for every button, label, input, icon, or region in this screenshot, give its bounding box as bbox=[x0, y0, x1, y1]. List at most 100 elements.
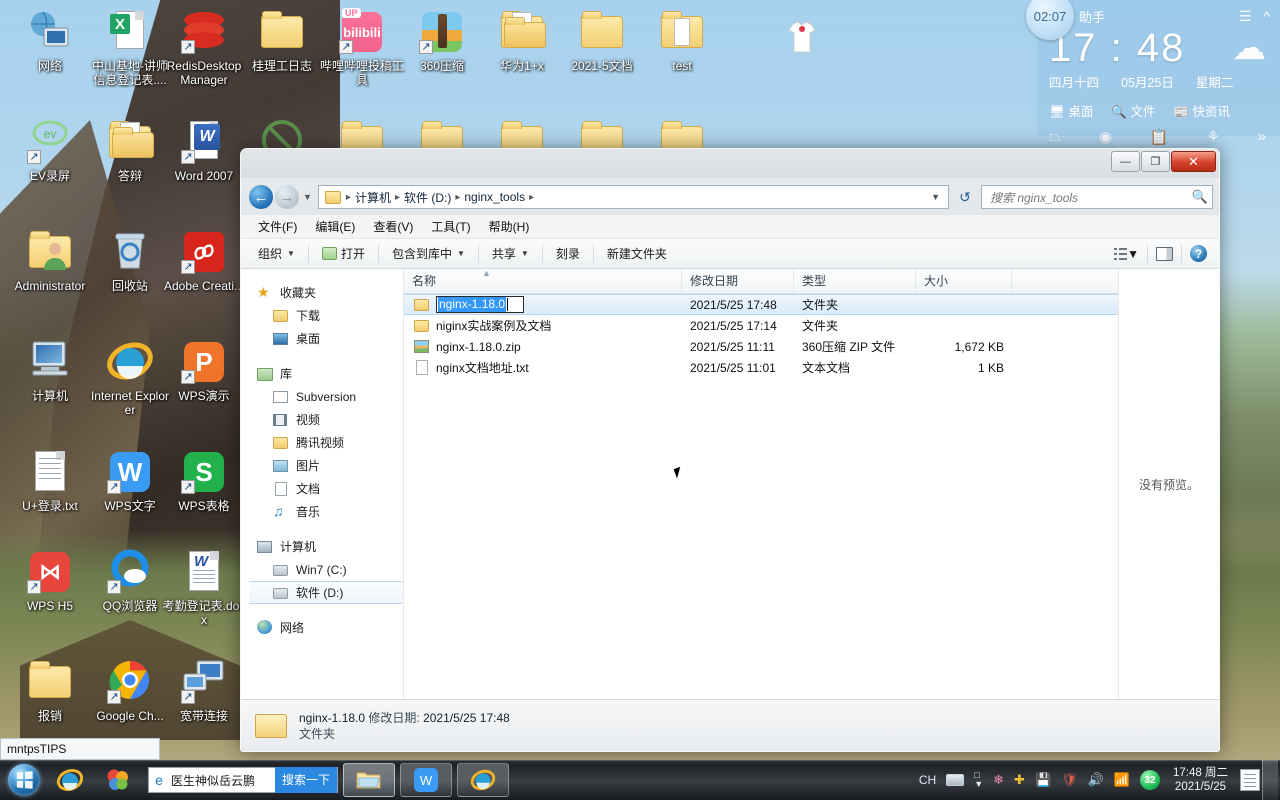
desktop-icon-WPS H5[interactable]: ⋈ ↗ WPS H5 bbox=[8, 548, 92, 613]
menu-view[interactable]: 查看(V) bbox=[364, 216, 422, 237]
desktop-icon-QQ浏览器[interactable]: ↗ QQ浏览器 bbox=[88, 548, 172, 613]
desktop-icon-Google Ch...[interactable]: ↗ Google Ch... bbox=[88, 658, 172, 723]
show-desktop-button[interactable] bbox=[1262, 760, 1278, 800]
column-header-类型[interactable]: 类型 bbox=[794, 269, 916, 294]
notes-icon[interactable] bbox=[1240, 769, 1260, 791]
nav-item-音乐[interactable]: ♫ 音乐 bbox=[241, 500, 403, 523]
desktop-icon-华为1+x[interactable]: 华为1+x bbox=[480, 8, 564, 73]
desktop-icon-中山基地-讲师信息登记表....[interactable]: X 中山基地-讲师信息登记表.... bbox=[88, 8, 172, 87]
file-rows[interactable]: nginx-1.18.0 2021/5/25 17:48 文件夹 niginx实战案例… bbox=[404, 294, 1118, 378]
breadcrumb-item-drive[interactable]: 软件 (D:) bbox=[401, 189, 454, 206]
taskbar-item-internet-explorer[interactable] bbox=[457, 763, 509, 797]
windows-start-orb[interactable] bbox=[2, 762, 46, 798]
taskbar-search-box[interactable]: e 医生神似岳云鹏 搜索一下 bbox=[148, 767, 338, 793]
more-icon[interactable]: » bbox=[1258, 128, 1266, 146]
burn-button[interactable]: 刻录 bbox=[547, 242, 589, 265]
organize-button[interactable]: 组织 ▼ bbox=[249, 242, 304, 265]
taskbar-search-button[interactable]: 搜索一下 bbox=[274, 767, 337, 793]
nav-item-Subversion[interactable]: Subversion bbox=[241, 385, 403, 408]
breadcrumb-dropdown-icon[interactable]: ▼ bbox=[931, 192, 944, 202]
maximize-button[interactable]: ❐ bbox=[1141, 151, 1170, 172]
desktop[interactable]: 网络 X 中山基地-讲师信息登记表.... ↗ RedisDesktopManager 桂… bbox=[0, 0, 1280, 800]
new-folder-button[interactable]: 新建文件夹 bbox=[598, 242, 676, 265]
security-icon[interactable]: 🛡 bbox=[1056, 772, 1083, 788]
minimize-button[interactable]: — bbox=[1111, 151, 1140, 172]
note-icon[interactable]: 📋 bbox=[1150, 128, 1169, 146]
nav-item-文档[interactable]: 文档 bbox=[241, 477, 403, 500]
desktop-icon-shirt-icon[interactable] bbox=[760, 20, 844, 71]
desktop-icon-WPS文字[interactable]: W ↗ WPS文字 bbox=[88, 448, 172, 513]
forward-arrow-icon[interactable]: → bbox=[275, 185, 299, 209]
input-language-indicator[interactable]: CH bbox=[914, 773, 941, 787]
view-layout-icon[interactable]: ▼ bbox=[1110, 245, 1143, 263]
column-header-名称[interactable]: 名称 bbox=[404, 269, 682, 294]
desktop-icon-WPS演示[interactable]: P ↗ WPS演示 bbox=[162, 338, 246, 403]
nav-item-视频[interactable]: 视频 bbox=[241, 408, 403, 431]
nav-header-计算机[interactable]: 计算机 bbox=[241, 535, 403, 558]
nav-header-库[interactable]: 库 bbox=[241, 362, 403, 385]
column-header-修改日期[interactable]: 修改日期 bbox=[682, 269, 794, 294]
desktop-icon-桂理工日志[interactable]: 桂理工日志 bbox=[240, 8, 324, 73]
preview-pane-icon[interactable] bbox=[1152, 245, 1177, 263]
navigation-pane[interactable]: ★ 收藏夹 下载 桌面库 Subversion 视频 腾讯视频 图片 文档 ♫ 音乐 计算机 Win7 … bbox=[241, 269, 404, 699]
desktop-icon-EV录屏[interactable]: ev ↗ EV录屏 bbox=[8, 118, 92, 183]
table-row[interactable]: niginx实战案例及文档 2021/5/25 17:14 文件夹 bbox=[404, 315, 1118, 336]
widget-button-news[interactable]: 📰 快资讯 bbox=[1173, 101, 1230, 120]
desktop-icon-test[interactable]: test bbox=[640, 8, 724, 73]
eye-icon[interactable]: ◉ bbox=[1099, 128, 1112, 146]
desktop-icon-2021-5文档[interactable]: 2021-5文档 bbox=[560, 8, 644, 73]
taskbar-clock[interactable]: 17:48 周二 2021/5/25 bbox=[1165, 766, 1236, 794]
volume-icon[interactable]: 🔊 bbox=[1083, 772, 1109, 788]
desktop-icon-宽带连接[interactable]: ↗ 宽带连接 bbox=[162, 658, 246, 723]
chevron-up-icon[interactable]: ^ bbox=[1263, 8, 1270, 24]
menu-help[interactable]: 帮助(H) bbox=[480, 216, 539, 237]
usb-safe-icon[interactable]: 💾 bbox=[1030, 772, 1056, 788]
desktop-icon-回收站[interactable]: 回收站 bbox=[88, 228, 172, 293]
desktop-icon-计算机[interactable]: 计算机 bbox=[8, 338, 92, 403]
rename-input[interactable]: nginx-1.18.0 bbox=[436, 296, 524, 313]
desktop-icon-Administrator[interactable]: Administrator bbox=[8, 228, 92, 293]
menu-file[interactable]: 文件(F) bbox=[249, 216, 306, 237]
window-title-bar[interactable]: — ❐ ✕ bbox=[241, 149, 1219, 179]
column-headers[interactable]: ▲ 名称 修改日期 类型 大小 bbox=[404, 269, 1118, 294]
taskbar-item-wps-writer[interactable]: W bbox=[400, 763, 452, 797]
nav-item-Win7 (C:)[interactable]: Win7 (C:) bbox=[241, 558, 403, 581]
desktop-icon-RedisDesktopManager[interactable]: ↗ RedisDesktopManager bbox=[162, 8, 246, 87]
status-badge[interactable]: 32 bbox=[1135, 770, 1165, 790]
quicklaunch-browser-app[interactable] bbox=[94, 763, 142, 797]
include-in-library-button[interactable]: 包含到库中 ▼ bbox=[383, 242, 474, 265]
table-row[interactable]: nginx-1.18.0 2021/5/25 17:48 文件夹 bbox=[404, 294, 1118, 315]
table-row[interactable]: nginx-1.18.0.zip 2021/5/25 11:11 360压缩 ZIP… bbox=[404, 336, 1118, 357]
breadcrumb-item-computer[interactable]: 计算机 bbox=[352, 189, 394, 206]
nav-header-网络[interactable]: 网络 bbox=[241, 616, 403, 639]
file-list-view[interactable]: ▲ 名称 修改日期 类型 大小 nginx-1.18.0 2021/5/25 17:48… bbox=[404, 269, 1119, 699]
close-button[interactable]: ✕ bbox=[1171, 151, 1216, 172]
desktop-icon-Internet Explorer[interactable]: Internet Explorer bbox=[88, 338, 172, 417]
desktop-icon-报销[interactable]: 报销 bbox=[8, 658, 92, 723]
update-icon[interactable]: ✚ bbox=[1009, 772, 1030, 788]
taskbar-search-query[interactable]: 医生神似岳云鹏 bbox=[169, 772, 275, 789]
desktop-clock-widget[interactable]: 02:07 助手 ☰ ^ 17 : 48 ☁ 四月十四 05月25日 星期二 🖥… bbox=[1026, 0, 1280, 146]
nav-header-收藏夹[interactable]: ★ 收藏夹 bbox=[241, 281, 403, 304]
desktop-icon-Adobe Creati...[interactable]: ↗ Adobe Creati... bbox=[162, 228, 246, 293]
taskbar-item-windows-explorer[interactable] bbox=[343, 763, 395, 797]
widget-button-desktop[interactable]: 🖥 桌面 bbox=[1049, 101, 1093, 120]
file-explorer-window[interactable]: — ❐ ✕ ← → ▼ ▸ 计算机 ▸ 软件 (D:) ▸ nginx_tool… bbox=[240, 148, 1220, 752]
search-input[interactable]: 搜索 nginx_tools 🔍 bbox=[981, 185, 1213, 209]
desktop-icon-考勤登记表.docx[interactable]: W 考勤登记表.docx bbox=[162, 548, 246, 627]
help-icon[interactable]: ? bbox=[1186, 243, 1211, 264]
keyboard-icon[interactable] bbox=[941, 774, 969, 786]
nav-item-下载[interactable]: 下载 bbox=[241, 304, 403, 327]
nav-item-桌面[interactable]: 桌面 bbox=[241, 327, 403, 350]
desktop-icon-哔哩哔哩投稿工具[interactable]: bilibili UP ↗ 哔哩哔哩投稿工具 bbox=[320, 8, 404, 87]
menu-tools[interactable]: 工具(T) bbox=[422, 216, 479, 237]
nav-item-软件 (D:)[interactable]: 软件 (D:) bbox=[249, 581, 403, 604]
taskbar[interactable]: e 医生神似岳云鹏 搜索一下 W CH □ ▼ ❄ ✚ 💾 🛡 🔊 📶 32 17… bbox=[0, 760, 1280, 800]
tip-strip[interactable]: mntpsTIPS bbox=[0, 738, 160, 760]
desktop-icon-U+登录.txt[interactable]: U+登录.txt bbox=[8, 448, 92, 513]
show-hidden-icons[interactable]: □ ▼ bbox=[969, 771, 988, 789]
nav-item-腾讯视频[interactable]: 腾讯视频 bbox=[241, 431, 403, 454]
column-header-大小[interactable]: 大小 bbox=[916, 269, 1012, 294]
hamburger-icon[interactable]: ☰ bbox=[1239, 8, 1252, 25]
desktop-icon-Word 2007[interactable]: W ↗ Word 2007 bbox=[162, 118, 246, 183]
